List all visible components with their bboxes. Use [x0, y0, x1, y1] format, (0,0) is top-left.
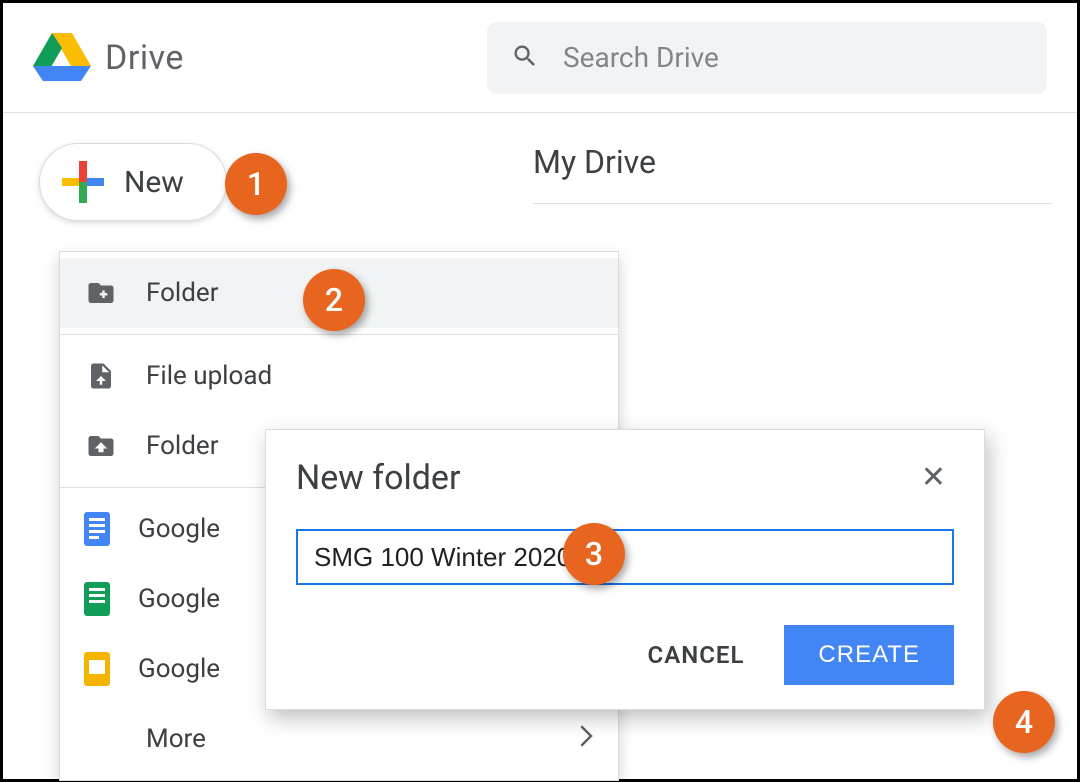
- menu-item-more[interactable]: More: [60, 704, 618, 774]
- main-area: My Drive New: [3, 113, 1077, 251]
- menu-item-label: Google: [138, 584, 220, 614]
- close-icon[interactable]: ✕: [913, 456, 954, 499]
- menu-item-file-upload[interactable]: File upload: [60, 341, 618, 411]
- folder-upload-icon: [84, 429, 118, 463]
- plus-icon: [62, 161, 104, 203]
- app-frame: Drive Search Drive My Drive New Folder: [0, 0, 1080, 782]
- search-placeholder: Search Drive: [563, 41, 719, 74]
- folder-name-input[interactable]: [296, 529, 954, 585]
- menu-item-label: Google: [138, 514, 220, 544]
- search-icon: [511, 42, 539, 74]
- more-icon: [84, 722, 118, 756]
- cancel-button[interactable]: CANCEL: [648, 641, 745, 669]
- dialog-title: New folder: [296, 458, 460, 498]
- product-name: Drive: [105, 38, 184, 78]
- menu-item-label: File upload: [146, 361, 272, 391]
- callout-badge-3: 3: [563, 523, 625, 585]
- create-button[interactable]: CREATE: [784, 625, 954, 685]
- drive-logo[interactable]: Drive: [33, 31, 184, 85]
- search-input[interactable]: Search Drive: [487, 22, 1047, 94]
- new-button-label: New: [124, 165, 184, 200]
- chevron-right-icon: [580, 724, 594, 754]
- docs-icon: [84, 512, 110, 546]
- page-title: My Drive: [533, 143, 1053, 204]
- sheets-icon: [84, 582, 110, 616]
- menu-item-label: More: [146, 724, 206, 754]
- callout-badge-4: 4: [993, 691, 1055, 753]
- header-bar: Drive Search Drive: [3, 3, 1077, 113]
- callout-badge-1: 1: [225, 153, 287, 215]
- drive-logo-icon: [33, 31, 91, 85]
- menu-item-label: Folder: [146, 278, 219, 308]
- file-upload-icon: [84, 359, 118, 393]
- new-button[interactable]: New: [39, 143, 227, 221]
- slides-icon: [84, 652, 110, 686]
- menu-item-label: Google: [138, 654, 220, 684]
- menu-item-label: Folder: [146, 431, 219, 461]
- callout-badge-2: 2: [303, 269, 365, 331]
- new-folder-dialog: New folder ✕ CANCEL CREATE: [265, 429, 985, 710]
- folder-new-icon: [84, 276, 118, 310]
